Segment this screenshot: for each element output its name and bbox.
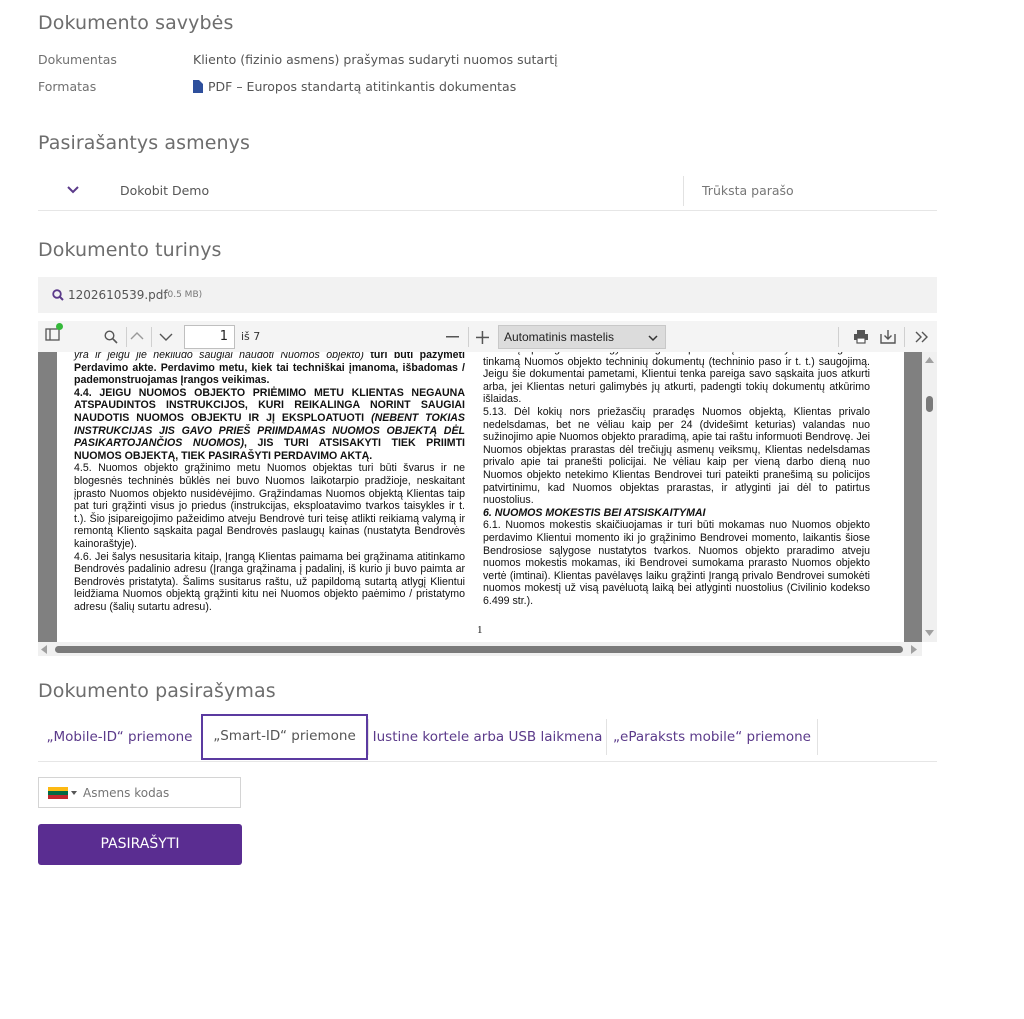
tab-eparaksts-mobile[interactable]: „eParaksts mobile“ priemone (607, 715, 817, 759)
find-icon[interactable] (104, 330, 118, 344)
personal-code-field[interactable] (38, 777, 241, 808)
scroll-left-icon[interactable] (41, 645, 47, 654)
paragraph: 5.13. Dėl kokių nors priežasčių praradęs… (483, 405, 870, 507)
personal-code-input[interactable] (83, 783, 233, 803)
zoom-in-icon[interactable] (476, 331, 489, 344)
zoom-out-icon[interactable] (446, 336, 459, 338)
sign-button[interactable]: PASIRAŠYTI (38, 824, 242, 865)
horizontal-scrollbar[interactable] (38, 642, 922, 656)
page-count: iš 7 (241, 330, 261, 343)
divider (904, 327, 905, 347)
download-icon[interactable] (880, 329, 896, 344)
paragraph: ankumų apsaugos nuo vagystės ir gaisro p… (483, 352, 870, 406)
paragraph: 6.1. Nuomos mokestis skaičiuojamas ir tu… (483, 519, 870, 607)
document-name: Kliento (fizinio asmens) prašymas sudary… (193, 52, 558, 67)
pdf-right-column: ankumų apsaugos nuo vagystės ir gaisro p… (483, 352, 870, 607)
format-label: Formatas (38, 79, 97, 94)
signer-row[interactable]: Dokobit Demo Trūksta parašo (38, 172, 937, 210)
divider (38, 761, 937, 762)
divider (683, 176, 684, 206)
paragraph: 6. NUOMOS MOKESTIS BEI ATSISKAITYMAI (483, 506, 706, 519)
section-title-signing: Dokumento pasirašymas (38, 680, 276, 702)
country-flag-icon[interactable] (48, 787, 68, 799)
signing-method-tabs: „Mobile-ID“ priemone „Smart-ID“ priemone… (38, 714, 937, 760)
pdf-toolbar: 1 iš 7 Automatinis mastelis (38, 321, 937, 353)
scroll-down-icon[interactable] (925, 630, 934, 636)
section-title-properties: Dokumento savybės (38, 12, 234, 34)
sidebar-toggle-icon[interactable] (44, 323, 63, 346)
caret-down-icon[interactable] (71, 791, 77, 795)
search-icon (52, 289, 64, 301)
section-title-signers: Pasirašantys asmenys (38, 132, 251, 154)
zoom-value: Automatinis mastelis (504, 330, 615, 344)
pdf-file-icon (193, 80, 203, 93)
divider (468, 327, 469, 347)
pdf-left-column: yra ir jeigu jie nekliudo saugiai naudot… (74, 352, 465, 613)
pdf-page: yra ir jeigu jie nekliudo saugiai naudot… (57, 352, 904, 642)
divider (126, 327, 127, 347)
signature-status: Trūksta parašo (702, 183, 794, 198)
document-label: Dokumentas (38, 52, 117, 67)
paragraph: yra ir jeigu jie nekliudo saugiai naudot… (74, 352, 466, 387)
paragraph: 4.6. Jei šalys nesusitaria kitaip, Įrang… (74, 550, 465, 613)
tab-smart-id[interactable]: „Smart-ID“ priemone (201, 714, 368, 760)
page-number-input[interactable]: 1 (184, 325, 235, 349)
section-title-content: Dokumento turinys (38, 239, 222, 261)
paragraph: 4.5. Nuomos objekto grąžinimo metu Nuomo… (74, 462, 465, 550)
divider (38, 210, 937, 211)
more-tools-icon[interactable] (915, 331, 929, 343)
chevron-down-icon (648, 335, 658, 342)
divider (151, 327, 152, 347)
format-value-row: PDF – Europos standartą atitinkantis dok… (193, 79, 516, 94)
signer-name: Dokobit Demo (120, 183, 210, 198)
file-name[interactable]: 1202610539.pdf (68, 288, 168, 302)
pdf-page-area: yra ir jeigu jie nekliudo saugiai naudot… (38, 352, 922, 642)
scroll-right-icon[interactable] (911, 645, 917, 654)
format-value: PDF – Europos standartą atitinkantis dok… (208, 79, 517, 94)
scrollbar-thumb[interactable] (55, 646, 903, 653)
chevron-down-icon[interactable] (67, 186, 79, 194)
divider (817, 719, 818, 755)
zoom-select[interactable]: Automatinis mastelis (498, 325, 666, 349)
scrollbar-thumb[interactable] (926, 396, 933, 412)
vertical-scrollbar[interactable] (922, 352, 937, 642)
paragraph: 4.4. JEIGU NUOMOS OBJEKTO PRIĖMIMO METU … (74, 386, 465, 462)
page-footer-number: 1 (477, 624, 483, 636)
tab-id-card-usb[interactable]: Iustine kortele arba USB laikmena (369, 715, 606, 759)
tab-mobile-id[interactable]: „Mobile-ID“ priemone (38, 715, 201, 759)
notification-dot (56, 323, 63, 330)
next-page-icon[interactable] (159, 332, 173, 342)
divider (838, 327, 839, 347)
previous-page-icon[interactable] (130, 331, 144, 341)
file-bar: 1202610539.pdf (0.5 MB) (38, 277, 937, 313)
print-icon[interactable] (853, 329, 869, 344)
file-size: (0.5 MB) (164, 290, 203, 300)
scroll-up-icon[interactable] (925, 357, 934, 363)
